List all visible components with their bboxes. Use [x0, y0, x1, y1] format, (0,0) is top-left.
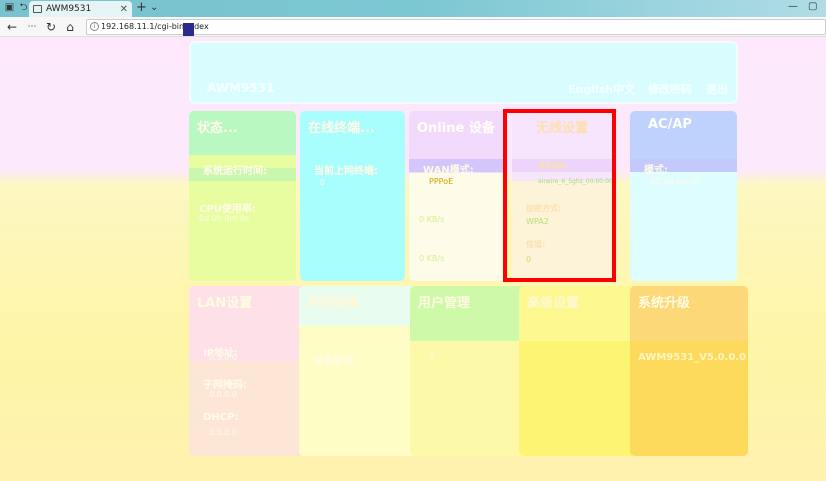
info-icon: i	[90, 22, 99, 31]
card-label: 下行速率(KB/s):	[419, 240, 482, 249]
render-artifact	[183, 23, 194, 36]
card-firmware[interactable]: 系统升级 AWM9531_V5.0.0.0	[630, 286, 748, 456]
card-lan[interactable]: LAN设置 IP地址: 0.0.0.0 子网掩码: 0.0.0.0 DHCP: …	[189, 286, 307, 456]
card-system-settings[interactable]: 系统设置 设备型号:	[299, 286, 417, 456]
card-label: WAN模式:	[423, 165, 474, 176]
card-value: AWM9531_V5.0.0.0	[638, 352, 747, 363]
card-value: 0.0.0.0	[209, 390, 237, 399]
maximize-icon[interactable]: ▢	[808, 1, 817, 12]
page-header: AWM9531 English中文 修改密码 退出	[189, 41, 738, 104]
brand-title: AWM9531	[207, 81, 275, 95]
card-title: 系统设置	[307, 296, 360, 311]
card-value: AC 00:00:00	[650, 177, 700, 186]
card-title: Online 设备	[417, 121, 495, 136]
card-label: 子网掩码:	[203, 380, 247, 391]
card-title: 状态...	[197, 121, 238, 136]
browser-tab-bar: ▣ ⮌ AWM9531 ✕ + ⌄ — ▢	[0, 0, 826, 17]
card-label: 设备型号:	[313, 356, 357, 367]
card-value: 0.0.0.0	[209, 428, 237, 437]
card-value: 0d 0h 0m 0s	[199, 214, 250, 223]
minimize-icon[interactable]: —	[788, 1, 798, 12]
card-label: 当前上网终端:	[314, 166, 378, 177]
card-label: 模式:	[644, 165, 668, 176]
close-tab-icon[interactable]: ✕	[120, 4, 128, 15]
logout-link[interactable]: 退出	[706, 81, 728, 97]
new-tab-icon[interactable]: +	[136, 1, 147, 15]
tab-actions-icon[interactable]: ▣	[3, 2, 16, 14]
card-value: 0	[320, 178, 326, 187]
card-label: 上行速率(KB/s):	[419, 200, 482, 209]
back-icon[interactable]: ←	[4, 19, 20, 35]
browser-tab[interactable]: AWM9531 ✕	[29, 1, 132, 17]
home-icon[interactable]: ⌂	[62, 19, 78, 35]
card-advanced[interactable]: 高级设置	[519, 286, 637, 456]
card-title: 在线终端...	[308, 121, 375, 136]
card-status[interactable]: 状态... 系统运行时间: CPU使用率: 0d 0h 0m 0s	[189, 111, 296, 281]
language-link[interactable]: English中文	[568, 81, 635, 97]
card-title: 高级设置	[527, 296, 580, 311]
card-label: DHCP:	[203, 412, 239, 423]
card-wan[interactable]: Online 设备 WAN模式: PPPoE 上行速率(KB/s): 0 KB/…	[409, 111, 507, 281]
selection-highlight	[503, 109, 616, 282]
card-title: AC/AP	[648, 117, 692, 132]
card-title: 用户管理	[418, 296, 471, 311]
card-user-management[interactable]: 用户管理 0	[410, 286, 525, 456]
url-input[interactable]: i 192.168.11.1/cgi-bin/index	[86, 19, 826, 35]
forward-icon[interactable]: ⋯	[24, 19, 40, 35]
change-password-link[interactable]: 修改密码	[648, 81, 692, 97]
card-label: 系统运行时间:	[203, 166, 267, 177]
chevron-down-icon[interactable]: ⌄	[150, 2, 158, 13]
card-label: CPU使用率:	[199, 204, 256, 215]
address-bar: ← ⋯ ↻ ⌂ i 192.168.11.1/cgi-bin/index	[0, 17, 826, 37]
card-title: 系统升级	[638, 296, 691, 311]
card-online-clients[interactable]: 在线终端... 当前上网终端: 0	[300, 111, 405, 281]
card-ac-ap[interactable]: AC/AP 模式: AC 00:00:00	[630, 111, 737, 281]
page-icon	[33, 5, 42, 13]
card-value: 0 KB/s	[419, 254, 445, 263]
card-value: 0 KB/s	[419, 215, 445, 224]
card-title: LAN设置	[197, 296, 253, 311]
card-value: 0.0.0.0	[209, 353, 237, 362]
card-value: PPPoE	[429, 177, 454, 186]
refresh-icon[interactable]: ↻	[43, 19, 59, 35]
tab-title: AWM9531	[46, 4, 92, 14]
card-value: 0	[430, 352, 436, 361]
